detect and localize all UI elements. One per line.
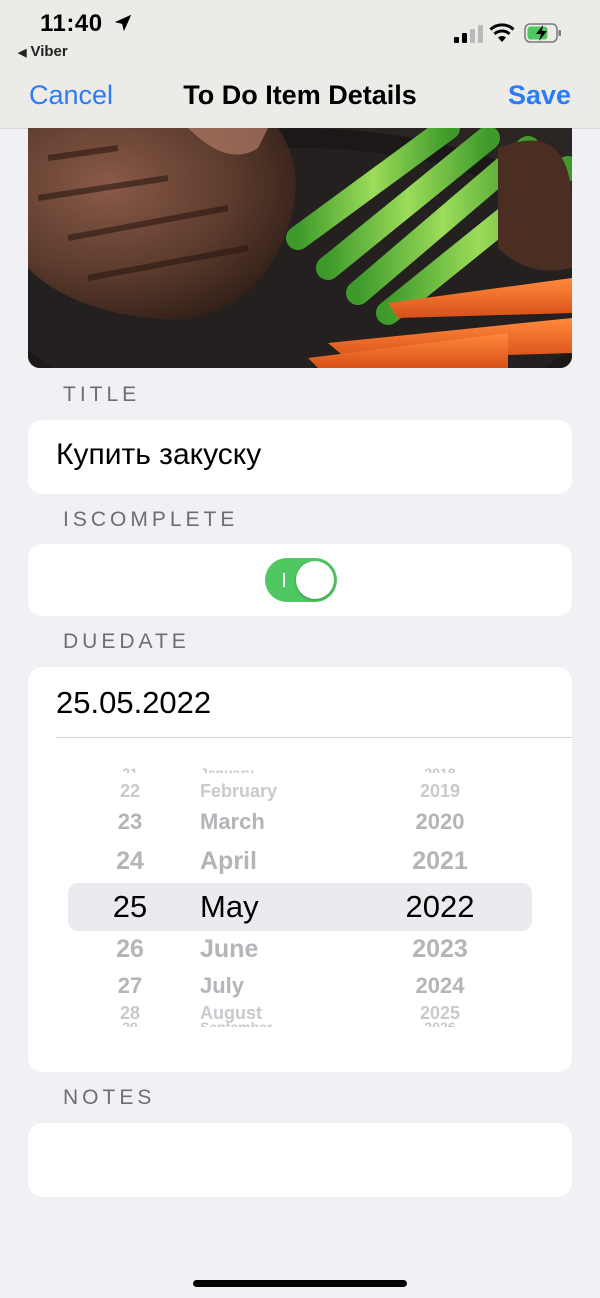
picker-day-option[interactable]: 26 xyxy=(116,935,144,964)
battery-charging-icon xyxy=(524,23,561,43)
status-bar: 11:40 ◀ Viber xyxy=(0,0,600,70)
picker-day-option[interactable]: 27 xyxy=(118,973,142,999)
navigation-bar: To Do Item Details Cancel Save xyxy=(0,70,600,129)
picker-day-option[interactable]: 29 xyxy=(122,1019,138,1027)
duedate-section-label: DUEDATE xyxy=(63,630,190,653)
picker-month-option[interactable]: March xyxy=(200,809,265,835)
wifi-icon xyxy=(489,23,515,42)
notes-section-label: NOTES xyxy=(63,1086,156,1109)
picker-year-option[interactable]: 2018 xyxy=(424,765,455,773)
date-wheel-picker[interactable]: 21 22 23 24 25 26 27 28 29 January February March Ap… xyxy=(28,765,572,1037)
picker-month-option[interactable]: September xyxy=(200,1019,272,1027)
item-photo[interactable] xyxy=(28,128,572,368)
picker-month-option[interactable]: July xyxy=(200,973,244,999)
back-triangle-icon: ◀ xyxy=(18,47,27,59)
toggle-on-mark xyxy=(283,573,285,587)
iscomplete-toggle[interactable] xyxy=(265,558,337,602)
picker-month-option[interactable]: February xyxy=(200,781,277,802)
cancel-button[interactable]: Cancel xyxy=(29,80,113,111)
picker-year-option[interactable]: 2020 xyxy=(416,809,465,835)
picker-day-option[interactable]: 21 xyxy=(122,765,138,773)
picker-year-option[interactable]: 2022 xyxy=(406,889,475,925)
notes-field-card[interactable] xyxy=(28,1123,572,1197)
status-time: 11:40 xyxy=(40,10,103,37)
back-app-label: Viber xyxy=(30,43,68,60)
location-arrow-icon xyxy=(114,14,132,32)
picker-year-option[interactable]: 2019 xyxy=(420,781,460,802)
cellular-signal-icon xyxy=(454,25,483,43)
iscomplete-section-label: ISCOMPLETE xyxy=(63,508,239,531)
title-section-label: TITLE xyxy=(63,383,141,406)
duedate-divider xyxy=(56,737,572,738)
duedate-card: 25.05.2022 21 22 23 24 25 26 27 28 29 January Febr… xyxy=(28,667,572,1072)
picker-month-option[interactable]: April xyxy=(200,847,257,876)
picker-month-option[interactable]: May xyxy=(200,889,259,925)
home-indicator[interactable] xyxy=(193,1280,407,1287)
iscomplete-card xyxy=(28,544,572,616)
picker-year-option[interactable]: 2024 xyxy=(416,973,465,999)
steak-photo-image xyxy=(28,128,572,368)
title-field-card[interactable]: Купить закуску xyxy=(28,420,572,494)
back-to-app-link[interactable]: ◀ Viber xyxy=(18,43,68,60)
toggle-knob xyxy=(296,561,334,599)
picker-month-option[interactable]: June xyxy=(200,935,258,964)
picker-year-option[interactable]: 2026 xyxy=(424,1019,455,1027)
picker-day-option[interactable]: 22 xyxy=(120,781,140,802)
picker-year-option[interactable]: 2021 xyxy=(412,847,468,876)
picker-day-option[interactable]: 23 xyxy=(118,809,142,835)
picker-day-option[interactable]: 25 xyxy=(113,889,147,925)
save-button[interactable]: Save xyxy=(508,80,571,111)
picker-year-option[interactable]: 2023 xyxy=(412,935,468,964)
picker-month-option[interactable]: January xyxy=(200,765,254,773)
duedate-value[interactable]: 25.05.2022 xyxy=(56,685,211,721)
title-field[interactable]: Купить закуску xyxy=(56,438,261,472)
picker-day-option[interactable]: 24 xyxy=(116,847,144,876)
